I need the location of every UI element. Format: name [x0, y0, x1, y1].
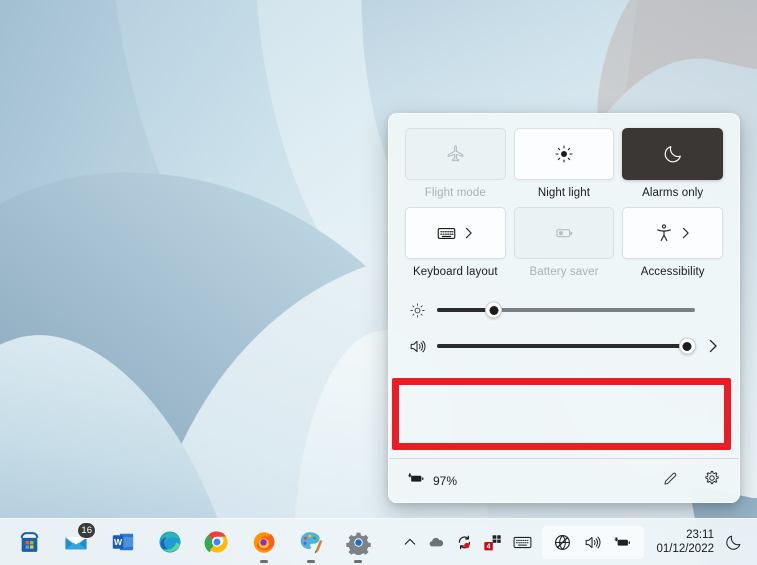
tile-cell-accessibility: Accessibility	[622, 207, 723, 278]
brightness-slider-row[interactable]	[405, 292, 723, 328]
battery-status[interactable]: 97%	[407, 469, 457, 493]
tray-status-group[interactable]	[542, 525, 645, 559]
taskbar-clock[interactable]: 23:11 01/12/2022	[644, 528, 724, 556]
brightness-icon	[407, 302, 427, 319]
taskbar-app-list: 16 W	[0, 522, 371, 563]
accessibility-icon	[654, 223, 674, 243]
taskbar: 16 W 4 23:11 01/12/2022	[0, 518, 757, 565]
cloud-icon[interactable]	[428, 534, 445, 551]
taskbar-app-chrome[interactable]	[204, 529, 230, 555]
volume-expand-chevron-icon[interactable]	[705, 338, 721, 354]
quick-tile-flight-mode[interactable]	[405, 128, 506, 180]
taskbar-app-mail[interactable]: 16	[63, 522, 96, 555]
running-indicator	[260, 560, 268, 563]
chevron-right-icon[interactable]	[463, 226, 474, 240]
volume-slider-track[interactable]	[437, 337, 696, 355]
moon-do-not-disturb-icon[interactable]	[724, 533, 749, 552]
volume-slider-fill	[437, 344, 688, 348]
tray-overflow-group: 4	[393, 534, 542, 551]
quick-tile-alarms-only[interactable]	[622, 128, 723, 180]
quick-settings-sliders	[405, 292, 723, 364]
taskbar-app-paint[interactable]	[298, 529, 324, 563]
tile-label-night-light: Night light	[537, 187, 591, 199]
quick-settings-footer-actions	[662, 469, 721, 492]
moon-icon	[662, 143, 684, 165]
taskbar-app-settings[interactable]	[345, 529, 371, 563]
gear-icon[interactable]	[703, 469, 721, 492]
quick-tile-keyboard-layout[interactable]	[405, 207, 506, 259]
volume-icon[interactable]	[407, 337, 427, 356]
battery-charging-icon[interactable]	[613, 533, 633, 552]
system-tray: 4 23:11 01/12/2022	[393, 525, 757, 559]
tile-cell-alarms-only: Alarms only	[622, 128, 723, 199]
volume-slider-row[interactable]	[405, 328, 723, 364]
quick-tile-night-light[interactable]	[513, 128, 615, 180]
brightness-slider-thumb[interactable]	[485, 301, 503, 319]
tile-label-battery-saver: Battery saver	[529, 266, 599, 278]
tile-label-accessibility: Accessibility	[640, 266, 705, 278]
globe-no-internet-icon[interactable]	[553, 533, 572, 552]
tile-cell-battery-saver: Battery saver	[513, 207, 615, 278]
battery-charging-icon	[407, 469, 426, 493]
sync-alert-icon[interactable]	[456, 534, 473, 551]
quick-settings-footer: 97%	[389, 458, 739, 502]
mail-badge-count: 16	[77, 522, 96, 539]
taskbar-app-edge[interactable]	[157, 529, 183, 555]
running-indicator	[307, 560, 315, 563]
chevron-up-icon[interactable]	[403, 535, 417, 549]
clock-time: 23:11	[686, 528, 714, 541]
desktop-screen: Flight mode Night light Alarms only Keyb…	[0, 0, 757, 565]
battery-saver-icon	[553, 222, 575, 244]
quick-tile-battery-saver[interactable]	[513, 207, 615, 259]
taskbar-app-firefox[interactable]	[251, 529, 277, 563]
svg-text:W: W	[114, 537, 123, 547]
battery-percent-label: 97%	[433, 473, 458, 488]
pencil-icon[interactable]	[662, 470, 679, 492]
tile-cell-keyboard-layout: Keyboard layout	[405, 207, 506, 278]
chevron-right-icon[interactable]	[680, 226, 691, 240]
update-badge-count: 4	[487, 543, 491, 550]
quick-tile-accessibility[interactable]	[622, 207, 723, 259]
keyboard-icon[interactable]	[513, 535, 532, 550]
brightness-sun-icon	[554, 144, 574, 164]
volume-icon[interactable]	[583, 533, 602, 552]
quick-settings-tiles: Flight mode Night light Alarms only Keyb…	[405, 128, 723, 278]
update-badge-icon[interactable]: 4	[484, 534, 502, 551]
clock-date: 01/12/2022	[656, 543, 714, 555]
taskbar-app-microsoft-store[interactable]	[16, 529, 42, 555]
tile-cell-flight-mode: Flight mode	[405, 128, 506, 199]
taskbar-app-word[interactable]: W	[110, 529, 136, 555]
quick-settings-panel: Flight mode Night light Alarms only Keyb…	[388, 113, 740, 503]
brightness-slider-track[interactable]	[437, 301, 695, 319]
tile-cell-night-light: Night light	[513, 128, 615, 199]
running-indicator	[354, 560, 362, 563]
airplane-icon	[445, 144, 466, 165]
tile-label-alarms-only: Alarms only	[642, 187, 704, 199]
tile-label-flight-mode: Flight mode	[424, 187, 486, 199]
tile-label-keyboard-layout: Keyboard layout	[413, 266, 498, 278]
volume-slider-thumb[interactable]	[678, 337, 696, 355]
keyboard-icon	[436, 223, 457, 244]
